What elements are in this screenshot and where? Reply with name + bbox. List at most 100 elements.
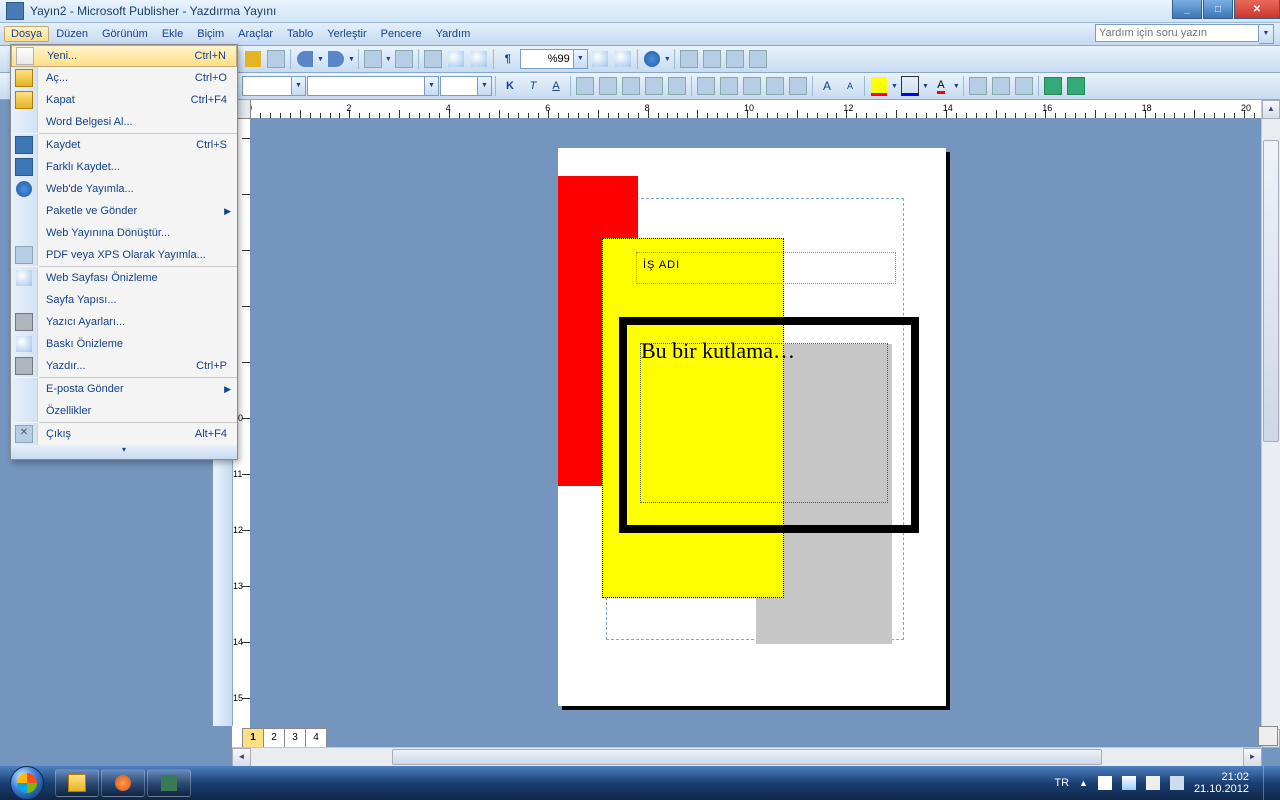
file-menu-item[interactable]: Farklı Kaydet...	[11, 156, 237, 178]
redo-button[interactable]	[325, 48, 347, 70]
zoom-input[interactable]	[521, 51, 573, 67]
file-menu-item[interactable]: ✕ÇıkışAlt+F4	[11, 423, 237, 445]
expand-menu-button[interactable]: ▾	[11, 445, 237, 459]
canvas-area[interactable]: İŞ ADI Bu bir kutlama…	[250, 118, 1262, 766]
menu-gorunum[interactable]: Görünüm	[95, 26, 155, 42]
extra4-button[interactable]	[747, 48, 769, 70]
menu-yardim[interactable]: Yardım	[429, 26, 478, 42]
dash-style-button[interactable]	[990, 75, 1012, 97]
menu-tablo[interactable]: Tablo	[280, 26, 320, 42]
menu-pencere[interactable]: Pencere	[374, 26, 429, 42]
clock[interactable]: 21:02 21.10.2012	[1194, 771, 1249, 795]
undo-button[interactable]	[294, 48, 316, 70]
zoom-minus-button[interactable]	[589, 48, 611, 70]
file-menu-item[interactable]: Web Yayınına Dönüştür...	[11, 222, 237, 244]
fontsize-combo[interactable]: ▼	[440, 76, 492, 96]
zoom-combo[interactable]: ▼	[520, 49, 588, 69]
line-color-button[interactable]	[899, 75, 921, 97]
align-left-button[interactable]	[574, 75, 596, 97]
menu-dosya[interactable]: Dosya	[4, 26, 49, 42]
show-desktop-button[interactable]	[1263, 766, 1274, 800]
align-right-button[interactable]	[620, 75, 642, 97]
file-menu-item[interactable]: Aç...Ctrl+O	[11, 67, 237, 89]
action-center-icon[interactable]	[1098, 776, 1112, 790]
style-input[interactable]	[243, 78, 291, 94]
font-input[interactable]	[308, 78, 424, 94]
bold-button[interactable]: K	[499, 75, 521, 97]
distribute-button[interactable]	[666, 75, 688, 97]
arrow-style-button[interactable]	[1013, 75, 1035, 97]
start-button[interactable]	[0, 766, 54, 800]
page[interactable]: İŞ ADI Bu bir kutlama…	[558, 148, 946, 706]
file-menu-item[interactable]: Yazıcı Ayarları...	[11, 311, 237, 333]
vscroll-thumb[interactable]	[1263, 140, 1279, 442]
zoom-plus-button[interactable]	[612, 48, 634, 70]
file-menu-item[interactable]: KapatCtrl+F4	[11, 89, 237, 111]
file-menu-item[interactable]: Web Sayfası Önizleme	[11, 267, 237, 289]
taskbar-firefox[interactable]	[101, 769, 145, 797]
align-center-button[interactable]	[597, 75, 619, 97]
linespace1-button[interactable]	[695, 75, 717, 97]
italic-button[interactable]: T	[522, 75, 544, 97]
file-menu-item[interactable]: Paketle ve Gönder▶	[11, 200, 237, 222]
file-menu-item[interactable]: Word Belgesi Al...	[11, 111, 237, 133]
3d-button[interactable]	[1065, 75, 1087, 97]
menu-duzen[interactable]: Düzen	[49, 26, 95, 42]
show-para-button[interactable]: ¶	[497, 48, 519, 70]
paste-button[interactable]	[242, 48, 264, 70]
horizontal-scrollbar[interactable]: ◄ ►	[232, 747, 1262, 766]
inc-font-button[interactable]: A	[816, 75, 838, 97]
zoom-out-button[interactable]	[445, 48, 467, 70]
file-menu-item[interactable]: Özellikler	[11, 400, 237, 422]
columns-button[interactable]	[393, 48, 415, 70]
taskbar-explorer[interactable]	[55, 769, 99, 797]
help-search-input[interactable]	[1095, 24, 1259, 42]
numbering-button[interactable]	[741, 75, 763, 97]
file-menu-item[interactable]: PDF veya XPS Olarak Yayımla...	[11, 244, 237, 266]
taskbar-publisher[interactable]	[147, 769, 191, 797]
fill-color-button[interactable]	[868, 75, 890, 97]
file-menu-item[interactable]: Baskı Önizleme	[11, 333, 237, 355]
help-button[interactable]	[641, 48, 663, 70]
tray-arrow-icon[interactable]: ▲	[1079, 778, 1088, 788]
font-combo[interactable]: ▼	[307, 76, 439, 96]
file-menu-item[interactable]: Yazdır...Ctrl+P	[11, 355, 237, 377]
language-indicator[interactable]: TR	[1054, 777, 1069, 789]
chars-button[interactable]	[422, 48, 444, 70]
volume-icon[interactable]	[1146, 776, 1160, 790]
menu-yerlestir[interactable]: Yerleştir	[320, 26, 373, 42]
menu-araclar[interactable]: Araçlar	[231, 26, 280, 42]
menu-bicim[interactable]: Biçim	[190, 26, 231, 42]
style-combo[interactable]: ▼	[242, 76, 306, 96]
close-button[interactable]: ✕	[1234, 0, 1280, 19]
shadow-button[interactable]	[1042, 75, 1064, 97]
page-tab-2[interactable]: 2	[263, 728, 285, 747]
scroll-up-button[interactable]: ▲	[1262, 100, 1280, 119]
business-name-textbox[interactable]: İŞ ADI	[636, 252, 896, 284]
dec-indent-button[interactable]	[764, 75, 786, 97]
line-style-button[interactable]	[967, 75, 989, 97]
file-menu-item[interactable]: E-posta Gönder▶	[11, 378, 237, 400]
file-menu-item[interactable]: Web'de Yayımla...	[11, 178, 237, 200]
celebration-textbox[interactable]	[640, 343, 888, 503]
battery-icon[interactable]	[1170, 776, 1184, 790]
scroll-right-button[interactable]: ►	[1243, 748, 1262, 766]
zoom-in-button[interactable]	[468, 48, 490, 70]
page-tab-4[interactable]: 4	[305, 728, 327, 747]
page-tab-1[interactable]: 1	[242, 728, 264, 747]
insert-shape-button[interactable]	[362, 48, 384, 70]
help-search-dropdown[interactable]: ▼	[1259, 24, 1274, 44]
extra3-button[interactable]	[724, 48, 746, 70]
dec-font-button[interactable]: A	[839, 75, 861, 97]
file-menu-item[interactable]: Sayfa Yapısı...	[11, 289, 237, 311]
extra1-button[interactable]	[678, 48, 700, 70]
file-menu-item[interactable]: KaydetCtrl+S	[11, 134, 237, 156]
underline-button[interactable]: A	[545, 75, 567, 97]
file-menu-item[interactable]: Yeni...Ctrl+N	[11, 45, 237, 67]
minimize-button[interactable]: _	[1172, 0, 1202, 19]
extra2-button[interactable]	[701, 48, 723, 70]
inc-indent-button[interactable]	[787, 75, 809, 97]
hscroll-thumb[interactable]	[392, 749, 1102, 765]
fontsize-input[interactable]	[441, 78, 477, 94]
scroll-left-button[interactable]: ◄	[232, 748, 251, 766]
